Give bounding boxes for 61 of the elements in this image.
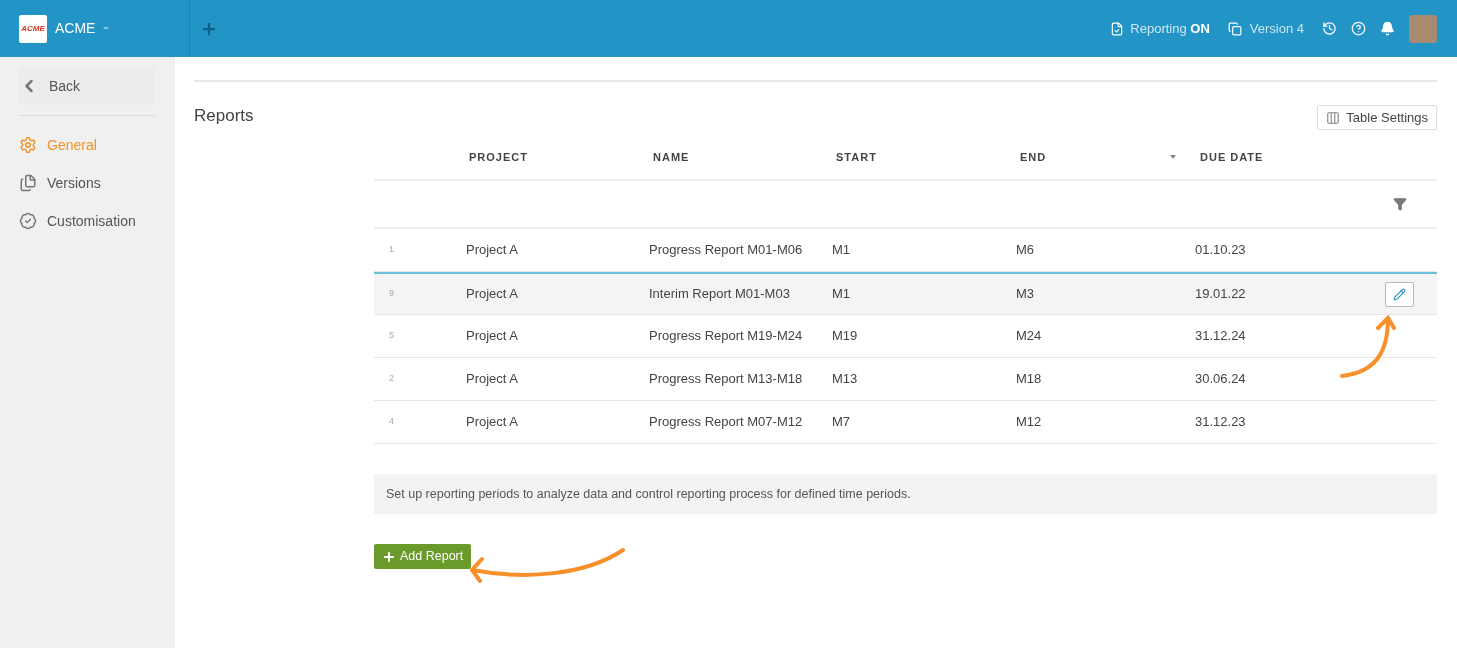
table-cell-text: M18 bbox=[1015, 370, 1042, 389]
caret-icon bbox=[103, 27, 110, 30]
table-cell-text: 19.01.22 bbox=[1195, 285, 1246, 304]
table-cell-text: Interim Report M01-M03 bbox=[648, 285, 790, 304]
table-cell-text: M1 bbox=[831, 285, 851, 304]
filter-icon[interactable] bbox=[1393, 197, 1407, 211]
row-number: 9 bbox=[388, 287, 394, 301]
sidebar-item[interactable]: Versions bbox=[19, 164, 156, 202]
row-number: 4 bbox=[388, 415, 394, 429]
table-cell-text: M6 bbox=[1015, 241, 1035, 260]
badge-check-icon bbox=[19, 212, 37, 230]
help-icon[interactable] bbox=[1351, 21, 1366, 36]
table-cell-text: M13 bbox=[831, 370, 858, 389]
row-number: 2 bbox=[388, 372, 394, 386]
table-cell-text: Project A bbox=[465, 413, 519, 432]
column-header[interactable]: PROJECT bbox=[469, 148, 528, 166]
logo[interactable]: ACME bbox=[19, 14, 47, 43]
column-header[interactable]: START bbox=[836, 148, 877, 166]
gear-icon bbox=[19, 136, 37, 154]
documents-icon bbox=[19, 174, 37, 192]
column-header[interactable]: END bbox=[1020, 148, 1047, 166]
table-row[interactable]: 5 Project A Progress Report M19-M24 M19 M24 31.12.24 bbox=[374, 315, 1437, 358]
table-row[interactable]: 9 Project A Interim Report M01-M03 M1 M3 19.01.22 bbox=[374, 272, 1437, 315]
table-cell-text: 01.10.23 bbox=[1195, 241, 1246, 260]
history-icon[interactable] bbox=[1322, 21, 1337, 36]
table-cell-text: M1 bbox=[831, 241, 851, 260]
edit-button[interactable] bbox=[1385, 281, 1414, 307]
table-settings-button[interactable]: Table Settings bbox=[1317, 105, 1437, 130]
table-cell-text: M7 bbox=[831, 413, 851, 432]
table-cell-text: Progress Report M13-M18 bbox=[648, 370, 803, 389]
info-text: Set up reporting periods to analyze data and control reporting process for defined time periods. bbox=[386, 485, 911, 503]
table-cell-text: Progress Report M01-M06 bbox=[648, 241, 803, 260]
table-cell-text: 30.06.24 bbox=[1195, 370, 1246, 389]
bell-icon[interactable] bbox=[1380, 21, 1395, 36]
documents-icon bbox=[1227, 21, 1242, 36]
table-row[interactable]: 4 Project A Progress Report M07-M12 M7 M12 31.12.23 bbox=[374, 401, 1437, 444]
table-cell-text: 31.12.23 bbox=[1195, 413, 1246, 432]
table-cell-text: M3 bbox=[1015, 285, 1035, 304]
table-cell-text: Project A bbox=[465, 370, 519, 389]
back-button[interactable]: Back bbox=[19, 67, 155, 105]
pencil-icon bbox=[1393, 287, 1406, 301]
columns-icon bbox=[1326, 110, 1341, 125]
table-cell-text: M12 bbox=[1015, 413, 1042, 432]
plus-icon bbox=[382, 549, 396, 564]
table-row[interactable]: 2 Project A Progress Report M13-M18 M13 M18 30.06.24 bbox=[374, 358, 1437, 401]
column-header[interactable]: NAME bbox=[653, 148, 690, 166]
sidebar-item[interactable]: Customisation bbox=[19, 202, 156, 240]
table-cell-text: M19 bbox=[831, 327, 858, 346]
table-cell-text: Project A bbox=[465, 285, 519, 304]
table-cell-text: M24 bbox=[1015, 327, 1042, 346]
table-cell-text: Project A bbox=[465, 327, 519, 346]
row-number: 5 bbox=[388, 329, 394, 343]
table-cell-text: Progress Report M07-M12 bbox=[648, 413, 803, 432]
table-cell-text: 31.12.24 bbox=[1195, 327, 1246, 346]
page-title: Reports bbox=[194, 104, 254, 127]
column-header[interactable]: DUE DATE bbox=[1200, 148, 1264, 166]
row-number: 1 bbox=[388, 243, 394, 257]
table-cell-text: Project A bbox=[465, 241, 519, 260]
document-check-icon bbox=[1110, 21, 1125, 36]
sort-caret-icon bbox=[1170, 155, 1176, 159]
table-cell-text: Progress Report M19-M24 bbox=[648, 327, 803, 346]
